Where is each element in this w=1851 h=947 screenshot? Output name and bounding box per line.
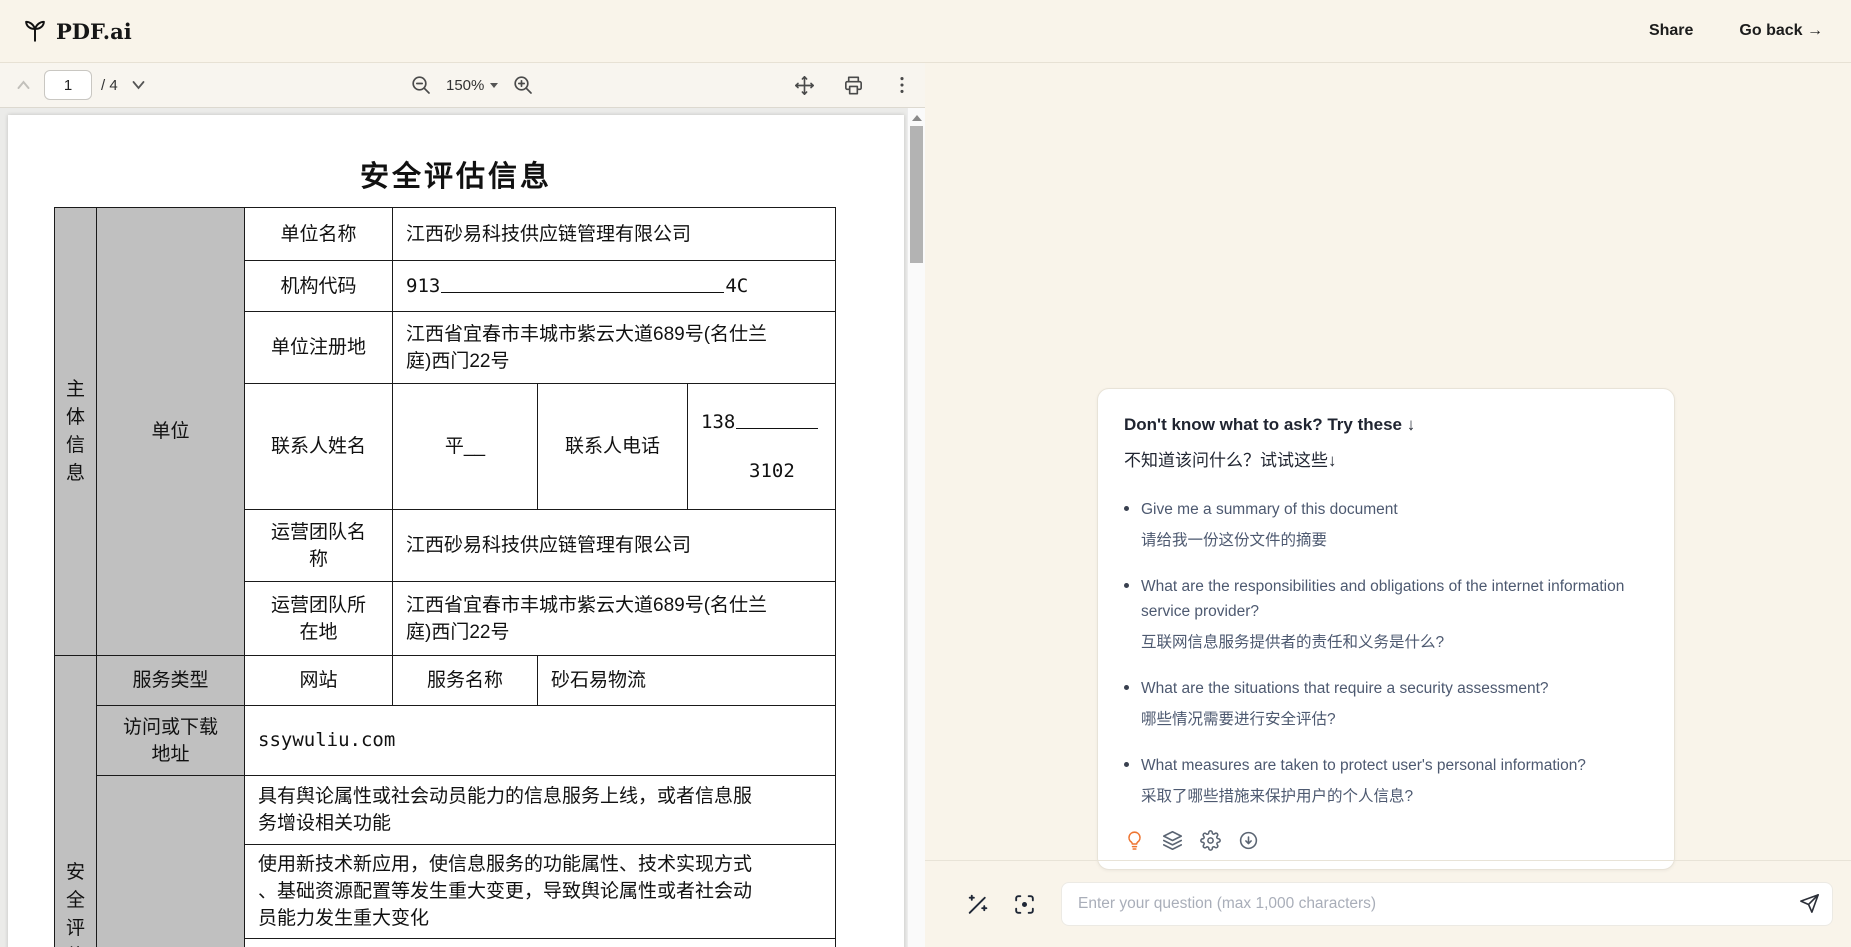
suggestion-text-en[interactable]: Give me a summary of this document — [1141, 497, 1398, 522]
bullet-icon — [1124, 583, 1129, 588]
suggestion-text-zh[interactable]: 哪些情况需要进行安全评估? — [1141, 709, 1549, 731]
table-cell-situation-3: 用户规模显著增加，导致信息服务的舆论属性或者社会动员 能力发生重大变化的 — [245, 939, 836, 947]
table-cell-assessment-situations-label: 开展安全评 估的情况 — [97, 776, 245, 947]
table-group-security-assessment: 安全评估 — [55, 656, 97, 947]
suggestion-item[interactable]: What are the responsibilities and obliga… — [1124, 574, 1648, 654]
chat-panel: Don't know what to ask? Try these ↓ 不知道该… — [925, 63, 1851, 947]
pan-tool-button[interactable] — [791, 72, 818, 99]
table-cell-org-code-value: 9134C — [393, 261, 836, 312]
bullet-icon — [1124, 762, 1129, 767]
suggestion-item[interactable]: What are the situations that require a s… — [1124, 676, 1648, 731]
table-cell-unit-name-value: 江西砂易科技供应链管理有限公司 — [393, 208, 836, 261]
pdf-toolbar: / 4 150% — [0, 63, 925, 108]
suggestion-text-zh[interactable]: 请给我一份这份文件的摘要 — [1141, 530, 1398, 552]
more-options-button[interactable] — [889, 72, 915, 98]
bullet-icon — [1124, 685, 1129, 690]
sprout-icon — [22, 18, 48, 44]
table-cell-ops-team-name-value: 江西砂易科技供应链管理有限公司 — [393, 510, 836, 582]
suggestion-text-en[interactable]: What are the responsibilities and obliga… — [1141, 574, 1648, 624]
suggestion-item[interactable]: What measures are taken to protect user'… — [1124, 753, 1648, 808]
magic-wand-button[interactable] — [965, 892, 990, 917]
table-cell-service-type-label: 服务类型 — [97, 656, 245, 706]
assessment-table: 主体信息 单位 单位名称 江西砂易科技供应链管理有限公司 机构代码 9134C … — [54, 207, 836, 947]
pdf-viewer-panel: / 4 150% — [0, 63, 925, 947]
suggestions-card: Don't know what to ask? Try these ↓ 不知道该… — [1097, 388, 1675, 870]
table-cell-situation-1: 具有舆论属性或社会动员能力的信息服务上线，或者信息服 务增设相关功能 — [245, 776, 836, 845]
table-cell-org-code-label: 机构代码 — [245, 261, 393, 312]
table-cell-access-url-value: ssywuliu.com — [245, 706, 836, 776]
table-cell-ops-team-loc-label: 运营团队所 在地 — [245, 582, 393, 656]
message-action-icons — [1124, 830, 1648, 851]
viewer-scrollbar[interactable] — [907, 108, 925, 947]
table-cell-reg-address-label: 单位注册地 — [245, 312, 393, 384]
send-button[interactable] — [1798, 892, 1821, 915]
redaction-line — [736, 415, 818, 429]
zoom-out-button[interactable] — [408, 72, 434, 98]
go-back-link[interactable]: Go back → — [1739, 22, 1823, 40]
question-input[interactable] — [1061, 882, 1833, 926]
suggestion-text-en[interactable]: What measures are taken to protect user'… — [1141, 753, 1586, 778]
table-cell-situation-2: 使用新技术新应用，使信息服务的功能属性、技术实现方式 、基础资源配置等发生重大变… — [245, 845, 836, 939]
download-button[interactable] — [1238, 830, 1259, 851]
brand-logo[interactable]: PDF.ai — [22, 18, 132, 44]
table-group-subject-info: 主体信息 — [55, 208, 97, 656]
question-input-bar — [925, 860, 1851, 947]
share-link[interactable]: Share — [1649, 22, 1693, 40]
scrollbar-thumb[interactable] — [910, 126, 923, 263]
gear-button[interactable] — [1200, 830, 1221, 851]
suggestion-text-zh[interactable]: 互联网信息服务提供者的责任和义务是什么? — [1141, 632, 1648, 654]
table-cell-service-name-value: 砂石易物流 — [538, 656, 836, 706]
page-total-label: / 4 — [101, 77, 118, 94]
table-cell-ops-team-loc-value: 江西省宜春市丰城市紫云大道689号(名仕兰 庭)西门22号 — [393, 582, 836, 656]
table-cell-contact-phone-label: 联系人电话 — [538, 384, 688, 510]
bullet-icon — [1124, 506, 1129, 511]
suggestion-item[interactable]: Give me a summary of this document 请给我一份… — [1124, 497, 1648, 552]
suggestion-text-zh[interactable]: 采取了哪些措施来保护用户的个人信息? — [1141, 786, 1586, 808]
page-up-button[interactable] — [12, 75, 35, 95]
table-cell-access-url-label: 访问或下载 地址 — [97, 706, 245, 776]
table-cell-reg-address-value: 江西省宜春市丰城市紫云大道689号(名仕兰 庭)西门22号 — [393, 312, 836, 384]
table-cell-contact-phone-value: 138 3102 — [688, 384, 836, 510]
table-cell-contact-name-value: 平__ — [393, 384, 538, 510]
top-header: PDF.ai Share Go back → — [0, 0, 1851, 63]
focus-scan-button[interactable] — [1012, 892, 1037, 917]
lightbulb-button[interactable] — [1124, 830, 1145, 851]
document-title: 安全评估信息 — [66, 155, 847, 199]
print-button[interactable] — [840, 72, 867, 99]
page-dropdown-chevron-icon[interactable] — [127, 75, 150, 95]
table-cell-service-type-value: 网站 — [245, 656, 393, 706]
table-cell-ops-team-name-label: 运营团队名 称 — [245, 510, 393, 582]
page-number-input[interactable] — [44, 70, 92, 100]
zoom-level-value: 150% — [446, 77, 484, 94]
suggestions-list: Give me a summary of this document 请给我一份… — [1124, 497, 1648, 808]
zoom-in-button[interactable] — [510, 72, 536, 98]
table-cell-unit-header: 单位 — [97, 208, 245, 656]
pdf-page: 安全评估信息 主体信息 单位 单位名称 江西砂易科技供应链管理有限公司 机构代码… — [8, 115, 904, 947]
brand-name: PDF.ai — [56, 19, 132, 44]
redaction-line — [441, 279, 724, 293]
suggestions-heading-zh: 不知道该问什么？试试这些↓ — [1124, 449, 1648, 473]
layers-button[interactable] — [1162, 830, 1183, 851]
table-cell-unit-name-label: 单位名称 — [245, 208, 393, 261]
suggestion-text-en[interactable]: What are the situations that require a s… — [1141, 676, 1549, 701]
suggestions-heading-en: Don't know what to ask? Try these ↓ — [1124, 413, 1648, 437]
zoom-level-dropdown[interactable]: 150% — [446, 77, 498, 94]
pdf-canvas-area: 安全评估信息 主体信息 单位 单位名称 江西砂易科技供应链管理有限公司 机构代码… — [0, 108, 925, 947]
zoom-caret-icon — [490, 83, 498, 88]
scroll-up-arrow-icon[interactable] — [912, 115, 922, 121]
table-cell-service-name-label: 服务名称 — [393, 656, 538, 706]
table-cell-contact-name-label: 联系人姓名 — [245, 384, 393, 510]
